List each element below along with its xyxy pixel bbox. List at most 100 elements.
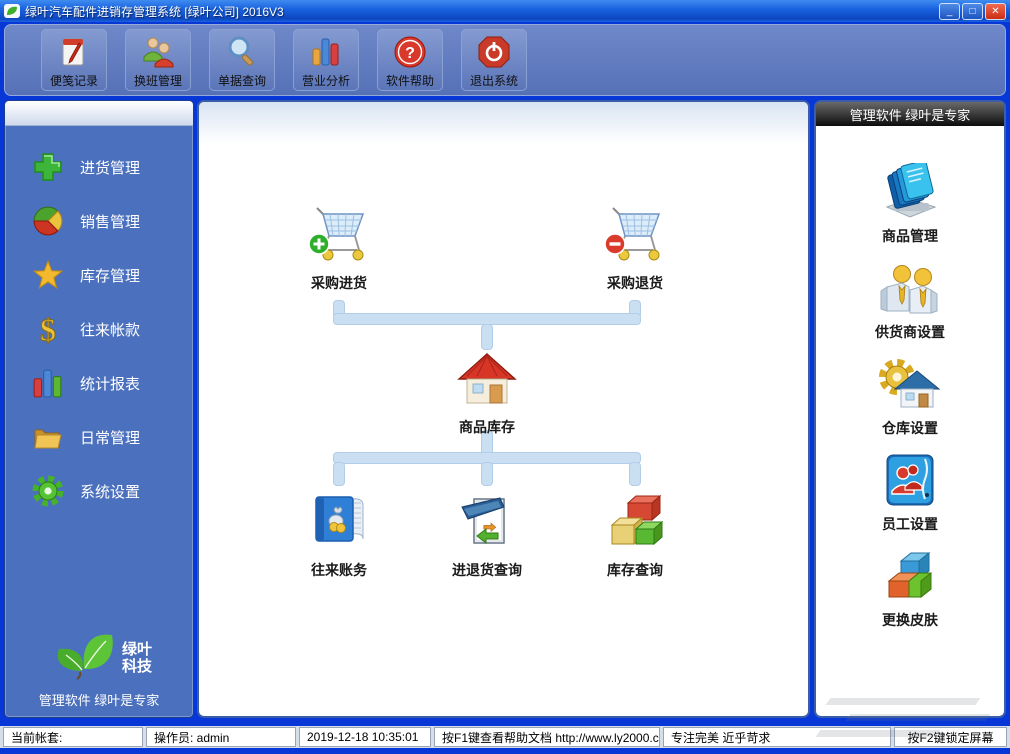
flow-node-label: 往来账务 [311, 562, 367, 578]
dollar-icon: $ [31, 312, 65, 346]
right-item-label: 供货商设置 [875, 324, 945, 340]
toolbar-button-shift[interactable]: 换班管理 [125, 29, 191, 91]
toolbar-button-analysis[interactable]: 营业分析 [293, 29, 359, 91]
employee-book-icon [816, 450, 1004, 510]
brand-slogan: 管理软件 绿叶是专家 [38, 693, 160, 708]
flow-node-inout-query[interactable]: 进退货查询 [432, 487, 542, 580]
cart-minus-icon [580, 200, 690, 264]
flow-node-purchase-return[interactable]: 采购退货 [580, 200, 690, 293]
toolbar-button-label: 单据查询 [217, 74, 266, 88]
connector [481, 462, 493, 486]
brand-name: 绿叶 科技 [121, 640, 152, 675]
status-operator: 操作员: admin [146, 727, 296, 747]
right-sidebar: 管理软件 绿叶是专家 商品管理 供货商设置 仓库设置 员工设置 更换皮肤 [814, 100, 1006, 718]
warehouse-gear-icon [816, 354, 1004, 414]
right-item-warehouse[interactable]: 仓库设置 [816, 354, 1004, 438]
star-icon [31, 258, 65, 292]
toolbar-button-label: 营业分析 [301, 74, 350, 88]
main-panel: 采购进货 采购退货 商品库存 往来账务 进退货查询 库存查询 [197, 100, 810, 718]
sidebar-item-label: 统计报表 [80, 375, 141, 393]
right-item-supplier[interactable]: 供货商设置 [816, 258, 1004, 342]
sidebar-item-accounts[interactable]: $ 往来帐款 [5, 302, 193, 356]
toolbar-button-notes[interactable]: 便笺记录 [41, 29, 107, 91]
status-lock-hint: 按F2键锁定屏幕 [894, 727, 1007, 747]
supplier-people-icon [816, 258, 1004, 318]
connector [333, 462, 345, 486]
minimize-button[interactable]: _ [939, 2, 960, 20]
skin-blocks-icon [816, 546, 1004, 606]
sidebar-item-label: 日常管理 [80, 429, 141, 447]
account-book-icon [284, 487, 394, 551]
svg-text:$: $ [40, 313, 56, 345]
right-item-label: 仓库设置 [882, 420, 938, 436]
toolbar-button-query[interactable]: 单据查询 [209, 29, 275, 91]
bar-chart-icon [31, 366, 65, 400]
toolbar-button-help[interactable]: ? 软件帮助 [377, 29, 443, 91]
sidebar-item-label: 系统设置 [80, 483, 141, 501]
toolbar-button-label: 退出系统 [469, 74, 518, 88]
right-item-employee[interactable]: 员工设置 [816, 450, 1004, 534]
search-icon [225, 33, 259, 71]
sidebar-item-purchase[interactable]: 进货管理 [5, 140, 193, 194]
flow-node-label: 采购进货 [311, 275, 367, 291]
toolbar-button-label: 便笺记录 [49, 74, 98, 88]
status-slogan: 专注完美 近乎苛求 [663, 727, 891, 747]
sidebar-item-reports[interactable]: 统计报表 [5, 356, 193, 410]
toolbar-button-label: 换班管理 [133, 74, 182, 88]
toolbar: 便笺记录 换班管理 单据查询 营业分析 ? 软件帮助 退出系统 [4, 24, 1006, 96]
analysis-chart-icon [309, 33, 343, 71]
sidebar-item-label: 库存管理 [80, 267, 141, 285]
flow-node-label: 采购退货 [607, 275, 663, 291]
status-datetime: 2019-12-18 10:35:01 [299, 727, 431, 747]
shift-staff-icon [140, 33, 176, 71]
house-icon [432, 344, 542, 408]
right-item-label: 商品管理 [882, 228, 938, 244]
right-item-label: 更换皮肤 [882, 612, 938, 628]
green-plus-icon [31, 150, 65, 184]
sidebar-item-label: 销售管理 [80, 213, 141, 231]
flow-node-accounts[interactable]: 往来账务 [284, 487, 394, 580]
left-sidebar: 进货管理 销售管理 库存管理 $ 往来帐款 统计报表 日常管理 系统设置 绿叶 … [4, 100, 194, 718]
maximize-button[interactable]: □ [962, 2, 983, 20]
sidebar-item-daily[interactable]: 日常管理 [5, 410, 193, 464]
titlebar: 绿叶汽车配件进销存管理系统 [绿叶公司] 2016V3 _ □ ✕ [0, 0, 1010, 22]
notepad-icon [57, 33, 91, 71]
flow-node-purchase-in[interactable]: 采购进货 [284, 200, 394, 293]
exit-power-icon [477, 33, 511, 71]
app-leaf-icon [4, 4, 20, 18]
connector [629, 462, 641, 486]
right-sidebar-header: 管理软件 绿叶是专家 [816, 102, 1004, 126]
status-current-account: 当前帐套: [3, 727, 143, 747]
goods-cards-icon [816, 162, 1004, 222]
brand-block: 绿叶 科技 管理软件 绿叶是专家 [5, 629, 193, 709]
statusbar: 当前帐套: 操作员: admin 2019-12-18 10:35:01 按F1… [0, 726, 1010, 748]
stacked-boxes-icon [580, 487, 690, 551]
sidebar-item-label: 往来帐款 [80, 321, 141, 339]
sidebar-item-settings[interactable]: 系统设置 [5, 464, 193, 518]
right-item-label: 员工设置 [882, 516, 938, 532]
leaf-logo-icon [46, 629, 118, 686]
main-panel-gradient [199, 102, 808, 144]
folder-icon [31, 420, 65, 454]
cart-plus-icon [284, 200, 394, 264]
pie-chart-icon [31, 204, 65, 238]
inout-doc-icon [432, 487, 542, 551]
svg-text:?: ? [405, 45, 415, 62]
toolbar-button-label: 软件帮助 [385, 74, 434, 88]
help-icon: ? [393, 33, 427, 71]
status-help-hint: 按F1键查看帮助文档 http://www.ly2000.cn/ [434, 727, 660, 747]
toolbar-button-exit[interactable]: 退出系统 [461, 29, 527, 91]
sidebar-item-sales[interactable]: 销售管理 [5, 194, 193, 248]
window-title: 绿叶汽车配件进销存管理系统 [绿叶公司] 2016V3 [25, 4, 284, 19]
left-sidebar-cap [5, 101, 193, 126]
close-button[interactable]: ✕ [985, 2, 1006, 20]
flow-node-stock-query[interactable]: 库存查询 [580, 487, 690, 580]
right-item-skin[interactable]: 更换皮肤 [816, 546, 1004, 630]
flow-node-label: 商品库存 [459, 419, 515, 435]
flow-node-stock[interactable]: 商品库存 [432, 344, 542, 437]
sidebar-item-inventory[interactable]: 库存管理 [5, 248, 193, 302]
sidebar-item-label: 进货管理 [80, 159, 141, 177]
gear-icon [31, 474, 65, 508]
flow-node-label: 库存查询 [607, 562, 663, 578]
right-item-goods[interactable]: 商品管理 [816, 162, 1004, 246]
